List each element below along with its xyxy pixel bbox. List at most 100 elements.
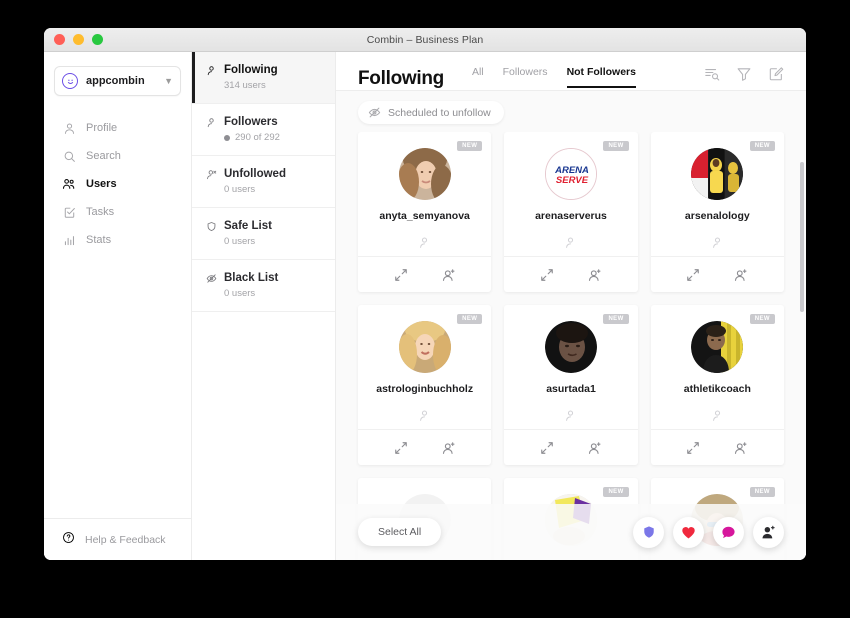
expand-icon[interactable] (540, 441, 554, 455)
shield-action-button[interactable] (633, 516, 664, 548)
sidebar-item-search[interactable]: Search (44, 142, 191, 170)
filter-funnel-icon[interactable] (736, 66, 752, 82)
user-card[interactable]: NEW ARENA SERVE arenaserverus (504, 132, 638, 292)
expand-icon[interactable] (394, 268, 408, 282)
avatar (544, 321, 597, 373)
list-item-safe-list[interactable]: Safe List 0 users (192, 208, 335, 260)
window-titlebar: Combin – Business Plan (44, 28, 806, 52)
person-icon (711, 409, 724, 422)
card-actions (358, 256, 492, 292)
user-card[interactable]: NEW anyta_semyanova (358, 132, 492, 292)
expand-icon[interactable] (394, 441, 408, 455)
sidebar-item-label: Tasks (86, 206, 115, 218)
list-item-subtitle: 314 users (224, 80, 325, 91)
sidebar-item-tasks[interactable]: Tasks (44, 198, 191, 226)
bar-chart-icon (62, 233, 76, 247)
new-badge: NEW (603, 141, 629, 151)
follow-action-button[interactable] (753, 516, 784, 548)
header-icon-group (704, 66, 784, 90)
account-avatar-icon (62, 73, 78, 89)
question-circle-icon (62, 531, 75, 549)
help-feedback-button[interactable]: Help & Feedback (44, 518, 191, 560)
user-card[interactable]: NEW astrologinbuchholz (358, 305, 492, 465)
select-all-button[interactable]: Select All (358, 518, 442, 546)
list-item-unfollowed[interactable]: Unfollowed 0 users (192, 156, 335, 208)
list-item-followers[interactable]: Followers 290 of 292 (192, 104, 335, 156)
bulk-action-buttons (633, 516, 784, 548)
person-remove-icon (205, 168, 217, 180)
card-actions (650, 256, 784, 292)
add-user-icon[interactable] (442, 441, 456, 455)
list-item-count: 0 users (224, 184, 256, 195)
account-name: appcombin (86, 75, 145, 87)
window-body: appcombin ▼ Profile Search Users Tasks S… (44, 52, 806, 560)
list-item-title: Following (224, 64, 278, 76)
person-icon (711, 236, 724, 249)
sort-list-icon[interactable] (704, 66, 720, 82)
chevron-down-icon[interactable]: ▼ (164, 76, 173, 86)
list-item-subtitle: 0 users (224, 236, 325, 247)
expand-icon[interactable] (686, 268, 700, 282)
user-card[interactable]: NEW asurtada1 (504, 305, 638, 465)
tab-followers[interactable]: Followers (503, 66, 548, 88)
window-title: Combin – Business Plan (366, 33, 484, 46)
vertical-scrollbar[interactable] (800, 162, 804, 312)
list-item-following[interactable]: Following 314 users (192, 52, 335, 104)
avatar (398, 148, 451, 200)
list-item-subtitle: 0 users (224, 184, 325, 195)
person-icon (564, 409, 577, 422)
avatar (544, 494, 597, 546)
username: athletikcoach (683, 383, 751, 395)
add-user-icon[interactable] (588, 268, 602, 282)
list-item-title: Safe List (224, 220, 272, 232)
left-sidebar: appcombin ▼ Profile Search Users Tasks S… (44, 52, 192, 560)
card-actions (358, 429, 492, 465)
user-card[interactable]: NEW athletikcoach (650, 305, 784, 465)
user-grid-scroll-area[interactable]: NEW anyta_semyanova NEW ARENA SERVE aren… (336, 132, 806, 560)
add-user-icon[interactable] (734, 441, 748, 455)
person-icon (205, 64, 217, 76)
new-badge: NEW (749, 314, 775, 324)
tab-bar: All Followers Not Followers (472, 66, 684, 90)
comment-action-button[interactable] (713, 516, 744, 548)
svg-text:SERVE: SERVE (556, 175, 589, 186)
list-item-count: 0 users (224, 288, 256, 299)
add-person-icon (761, 525, 776, 540)
list-item-title: Followers (224, 116, 278, 128)
new-badge: NEW (457, 314, 483, 324)
list-item-header: Safe List (205, 220, 325, 232)
scheduled-to-unfollow-chip[interactable]: Scheduled to unfollow (358, 101, 504, 124)
tab-all[interactable]: All (472, 66, 484, 88)
add-user-icon[interactable] (442, 268, 456, 282)
list-item-title: Black List (224, 272, 279, 284)
main-content: Following All Followers Not Followers Sc… (336, 52, 806, 560)
card-actions (504, 429, 638, 465)
tab-not-followers[interactable]: Not Followers (566, 66, 636, 88)
heart-action-button[interactable] (673, 516, 704, 548)
chat-bubble-icon (721, 525, 736, 540)
sidebar-item-profile[interactable]: Profile (44, 114, 191, 142)
new-badge: NEW (603, 314, 629, 324)
account-selector[interactable]: appcombin ▼ (54, 66, 181, 96)
sidebar-item-stats[interactable]: Stats (44, 226, 191, 254)
list-item-title: Unfollowed (224, 168, 286, 180)
sidebar-item-label: Stats (86, 234, 112, 246)
user-card[interactable]: NEW (504, 478, 638, 560)
shield-icon (642, 525, 656, 539)
username: anyta_semyanova (379, 210, 470, 222)
user-card-grid: NEW anyta_semyanova NEW ARENA SERVE aren… (336, 132, 806, 560)
add-user-icon[interactable] (734, 268, 748, 282)
person-icon (564, 236, 577, 249)
new-badge: NEW (749, 141, 775, 151)
user-card[interactable]: NEW arsenalology (650, 132, 784, 292)
sidebar-item-users[interactable]: Users (44, 170, 191, 198)
edit-select-icon[interactable] (768, 66, 784, 82)
users-icon (62, 177, 76, 191)
list-item-black-list[interactable]: Black List 0 users (192, 260, 335, 312)
list-item-count: 290 of 292 (235, 132, 280, 143)
expand-icon[interactable] (686, 441, 700, 455)
avatar (398, 321, 451, 373)
expand-icon[interactable] (540, 268, 554, 282)
add-user-icon[interactable] (588, 441, 602, 455)
